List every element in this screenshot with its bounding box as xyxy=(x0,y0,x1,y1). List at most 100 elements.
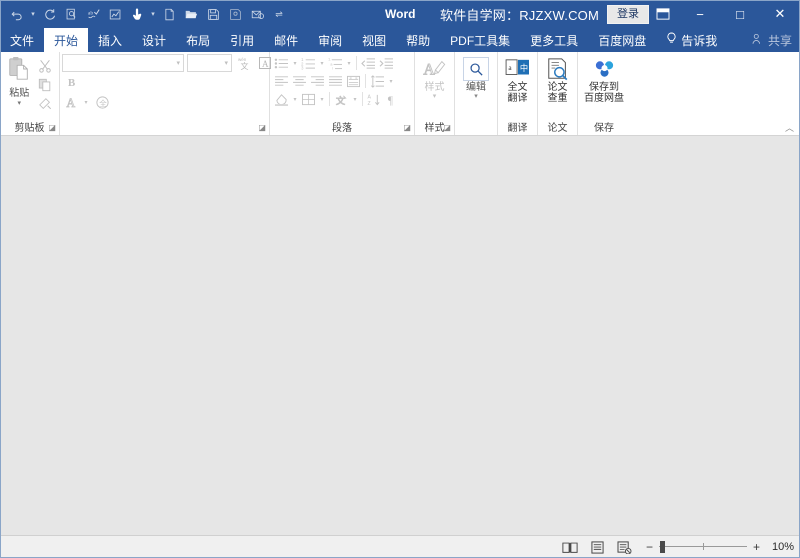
bold-button[interactable]: B xyxy=(63,75,80,91)
paper-plagiarism-button[interactable]: 论文 查重 xyxy=(538,52,577,104)
align-center-icon[interactable] xyxy=(291,73,308,89)
paragraph-dialog-launcher[interactable]: ◪ xyxy=(403,120,411,135)
phonetic-guide-icon[interactable]: wén 文 xyxy=(235,54,253,72)
save-icon[interactable] xyxy=(202,3,224,25)
web-layout-icon[interactable] xyxy=(614,538,634,556)
email-icon[interactable] xyxy=(246,3,268,25)
borders-dropdown-icon[interactable]: ▾ xyxy=(318,91,326,107)
print-layout-icon[interactable] xyxy=(587,538,607,556)
tab-design[interactable]: 设计 xyxy=(132,28,176,52)
line-spacing-dropdown-icon[interactable]: ▾ xyxy=(387,73,395,89)
svg-text:3: 3 xyxy=(301,65,304,69)
svg-text:1.: 1. xyxy=(328,57,331,61)
character-shading-icon[interactable]: 全 xyxy=(94,94,111,110)
group-clipboard: 粘贴 ▾ 剪贴板 ◪ xyxy=(0,52,60,136)
asian-layout-dropdown-icon[interactable]: ▾ xyxy=(351,91,359,107)
styles-icon: A xyxy=(422,56,447,82)
app-title: Word xyxy=(385,7,416,21)
maximize-button[interactable]: □ xyxy=(720,0,760,28)
close-button[interactable]: ✕ xyxy=(760,0,800,28)
styles-dialog-launcher[interactable]: ◪ xyxy=(443,120,451,135)
cut-icon[interactable] xyxy=(38,58,52,73)
tab-home[interactable]: 开始 xyxy=(44,28,89,52)
zoom-slider[interactable] xyxy=(659,540,747,554)
format-painter-icon[interactable] xyxy=(38,96,52,111)
tab-view[interactable]: 视图 xyxy=(352,28,396,52)
share-label: 共享 xyxy=(767,33,792,48)
group-label-styles: 样式 ◪ xyxy=(415,121,454,136)
tab-mailings[interactable]: 邮件 xyxy=(264,28,308,52)
bullets-dropdown-icon[interactable]: ▾ xyxy=(291,55,299,71)
tab-more-tools[interactable]: 更多工具 xyxy=(520,28,588,52)
sort-icon[interactable]: AZ xyxy=(366,91,383,107)
decrease-indent-icon[interactable] xyxy=(360,55,377,71)
zoom-percent-label[interactable]: 10% xyxy=(766,541,794,553)
justify-icon[interactable] xyxy=(327,73,344,89)
text-effects-dropdown-icon[interactable]: ▾ xyxy=(82,94,90,110)
login-button[interactable]: 登录 xyxy=(607,4,649,24)
read-mode-icon[interactable] xyxy=(560,538,580,556)
font-dialog-launcher[interactable]: ◪ xyxy=(258,120,266,135)
align-right-icon[interactable] xyxy=(309,73,326,89)
text-effects-button[interactable]: A xyxy=(63,94,80,110)
styles-button[interactable]: A 样式 ▾ xyxy=(415,52,454,101)
save-as-icon[interactable] xyxy=(224,3,246,25)
line-spacing-icon[interactable] xyxy=(369,73,386,89)
customize-qat-icon[interactable]: ⇌ xyxy=(268,3,290,25)
numbering-dropdown-icon[interactable]: ▾ xyxy=(318,55,326,71)
zoom-in-button[interactable]: + xyxy=(752,540,761,554)
touch-mode-icon[interactable] xyxy=(126,3,148,25)
editing-button[interactable]: 编辑 ▾ xyxy=(455,52,497,101)
spell-check-icon[interactable]: ab xyxy=(82,3,104,25)
share-button[interactable]: 共享 xyxy=(752,28,792,52)
full-text-translate-button[interactable]: a中 全文 翻译 xyxy=(498,52,537,104)
tab-baidu-netdisk[interactable]: 百度网盘 xyxy=(588,28,656,52)
print-preview-icon[interactable] xyxy=(60,3,82,25)
increase-indent-icon[interactable] xyxy=(378,55,395,71)
editing-dropdown-icon[interactable]: ▾ xyxy=(474,93,478,101)
collapse-ribbon-button[interactable]: ︿ xyxy=(785,121,794,134)
document-canvas[interactable] xyxy=(0,136,800,535)
asian-layout-icon[interactable]: 文 xyxy=(333,91,350,107)
ribbon-display-options-icon[interactable] xyxy=(646,0,680,28)
new-document-icon[interactable] xyxy=(158,3,180,25)
font-name-input[interactable]: ▾ xyxy=(62,54,184,72)
tab-layout[interactable]: 布局 xyxy=(176,28,220,52)
numbering-icon[interactable]: 123 xyxy=(300,55,317,71)
undo-dropdown-icon[interactable]: ▾ xyxy=(28,3,38,25)
open-folder-icon[interactable] xyxy=(180,3,202,25)
copy-icon[interactable] xyxy=(38,77,52,92)
paste-dropdown-icon[interactable]: ▾ xyxy=(18,100,22,107)
bullets-icon[interactable] xyxy=(273,55,290,71)
align-left-icon[interactable] xyxy=(273,73,290,89)
clipboard-dialog-launcher[interactable]: ◪ xyxy=(48,120,56,135)
tab-help[interactable]: 帮助 xyxy=(396,28,440,52)
redo-icon[interactable] xyxy=(38,3,60,25)
touch-mode-dropdown-icon[interactable]: ▾ xyxy=(148,3,158,25)
status-bar: − + 10% xyxy=(0,535,800,558)
tell-me-box[interactable]: 告诉我 xyxy=(656,28,727,52)
font-size-input[interactable]: ▾ xyxy=(187,54,232,72)
borders-icon[interactable] xyxy=(300,91,317,107)
save-to-baidu-button[interactable]: 保存到 百度网盘 xyxy=(578,52,630,104)
multilevel-list-icon[interactable]: 1. a i xyxy=(327,55,344,71)
zoom-slider-thumb[interactable] xyxy=(660,541,665,553)
svg-text:a: a xyxy=(508,63,512,72)
tab-insert[interactable]: 插入 xyxy=(88,28,132,52)
paste-button[interactable]: 粘贴 ▾ xyxy=(4,56,35,107)
styles-dropdown-icon[interactable]: ▾ xyxy=(433,93,437,101)
tab-file[interactable]: 文件 xyxy=(0,28,45,52)
shading-icon[interactable] xyxy=(273,91,290,107)
chart-icon[interactable] xyxy=(104,3,126,25)
show-marks-icon[interactable]: ¶ xyxy=(384,91,401,107)
tab-pdf-tools[interactable]: PDF工具集 xyxy=(440,28,520,52)
undo-icon[interactable] xyxy=(6,3,28,25)
tab-review[interactable]: 审阅 xyxy=(308,28,352,52)
zoom-out-button[interactable]: − xyxy=(645,540,654,554)
tab-references[interactable]: 引用 xyxy=(220,28,264,52)
minimize-button[interactable]: − xyxy=(680,0,720,28)
distribute-icon[interactable] xyxy=(345,73,362,89)
multilevel-list-dropdown-icon[interactable]: ▾ xyxy=(345,55,353,71)
shading-dropdown-icon[interactable]: ▾ xyxy=(291,91,299,107)
translate-icon: a中 xyxy=(505,56,531,82)
